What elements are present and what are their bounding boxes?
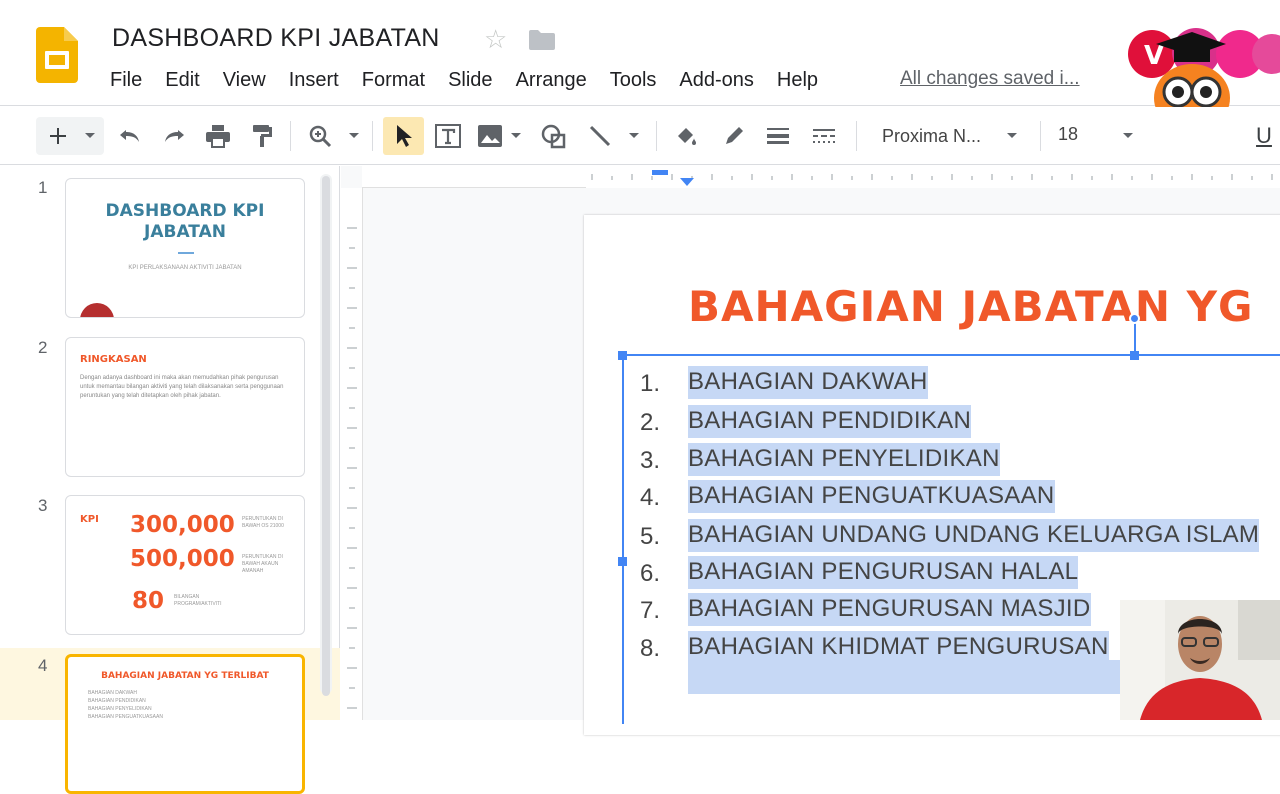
menu-tools[interactable]: Tools [610, 68, 657, 92]
border-weight-icon[interactable] [764, 121, 792, 151]
folder-icon[interactable] [529, 30, 555, 50]
rotation-handle-line [1134, 322, 1136, 354]
fill-color-icon[interactable] [672, 121, 700, 151]
new-slide-plus-icon[interactable] [44, 121, 72, 151]
line-icon[interactable] [586, 121, 614, 151]
list-number-7: 7. [640, 597, 661, 624]
menu-file[interactable]: File [110, 68, 142, 92]
thumb2-body: Dengan adanya dashboard ini maka akan me… [80, 375, 284, 399]
thumb4-item-3: BAHAGIAN PENYELIDIKAN [88, 706, 152, 712]
list-item-2[interactable]: BAHAGIAN PENDIDIKAN [688, 405, 972, 438]
slide-number-3: 3 [38, 496, 48, 515]
toolbar: U [0, 107, 1280, 165]
list-number-3: 3. [640, 447, 661, 474]
thumb4-item-2: BAHAGIAN PENDIDIKAN [88, 698, 146, 704]
menu-bar: File Edit View Insert Format Slide Arran… [110, 68, 841, 92]
slide-thumbnail-2[interactable]: RINGKASAN Dengan adanya dashboard ini ma… [65, 337, 305, 477]
list-number-2: 2. [640, 409, 661, 436]
title-bar: DASHBOARD KPI JABATAN ☆ File Edit View I… [0, 0, 1280, 106]
font-size-dropdown-icon[interactable] [1118, 121, 1138, 151]
thumb3-kpi-label: KPI [80, 514, 99, 525]
thumb3-stat-3: 80 [132, 588, 165, 614]
line-dropdown-icon[interactable] [624, 121, 644, 151]
new-slide-dropdown-icon[interactable] [80, 121, 100, 151]
menu-arrange[interactable]: Arrange [516, 68, 587, 92]
menu-help[interactable]: Help [777, 68, 818, 92]
zoom-dropdown-icon[interactable] [344, 121, 364, 151]
thumb3-stat-1: 300,000 [130, 512, 235, 538]
menu-format[interactable]: Format [362, 68, 425, 92]
image-dropdown-icon[interactable] [506, 121, 526, 151]
font-family-select[interactable]: Proxima N... [882, 126, 981, 147]
menu-slide[interactable]: Slide [448, 68, 492, 92]
image-icon[interactable] [476, 121, 504, 151]
border-color-icon[interactable] [720, 121, 748, 151]
thumb1-badge [80, 303, 114, 317]
slide-thumbnail-4[interactable]: BAHAGIAN JABATAN YG TERLIBAT BAHAGIAN DA… [65, 654, 305, 794]
vertical-ruler[interactable] [341, 188, 363, 720]
menu-view[interactable]: View [223, 68, 266, 92]
paint-format-icon[interactable] [248, 121, 276, 151]
slides-app-icon[interactable] [36, 27, 78, 83]
font-size-select[interactable]: 18 [1058, 124, 1078, 145]
thumb3-note-3: BILANGAN PROGRAM/AKTIVITI [174, 594, 222, 607]
thumb3-note-2: PERUNTUKAN DI BAWAH AKAUN AMANAH [242, 554, 283, 574]
save-status-link[interactable]: All changes saved i... [900, 68, 1080, 90]
thumb4-item-1: BAHAGIAN DAKWAH [88, 690, 137, 696]
document-title[interactable]: DASHBOARD KPI JABATAN [112, 24, 440, 53]
list-item-4[interactable]: BAHAGIAN PENGUATKUASAAN [688, 480, 1055, 513]
zoom-icon[interactable] [306, 121, 334, 151]
list-number-1: 1. [640, 370, 661, 397]
webcam-overlay [1120, 600, 1280, 720]
list-item-8[interactable]: BAHAGIAN KHIDMAT PENGURUSAN [688, 631, 1109, 664]
filmstrip-scrollbar-thumb[interactable] [322, 176, 330, 696]
list-item-3[interactable]: BAHAGIAN PENYELIDIKAN [688, 443, 1000, 476]
select-cursor-icon[interactable] [390, 121, 418, 151]
star-icon[interactable]: ☆ [484, 25, 512, 53]
list-item-7[interactable]: BAHAGIAN PENGURUSAN MASJID [688, 593, 1091, 626]
shape-icon[interactable] [538, 121, 570, 151]
list-item-6[interactable]: BAHAGIAN PENGURUSAN HALAL [688, 556, 1079, 589]
text-box-icon[interactable] [432, 121, 464, 151]
resize-handle-middle-left[interactable] [618, 557, 627, 566]
thumb4-title: BAHAGIAN JABATAN YG TERLIBAT [101, 671, 269, 681]
thumb1-subtitle: KPI PERLAKSANAAN AKTIVITI JABATAN [128, 265, 242, 271]
slide-number-4: 4 [38, 656, 48, 675]
resize-handle-top-left[interactable] [618, 351, 627, 360]
selection-highlight-fill [688, 660, 1128, 694]
thumb1-divider [178, 252, 194, 254]
redo-icon[interactable] [160, 121, 188, 151]
list-number-6: 6. [640, 560, 661, 587]
thumb4-item-4: BAHAGIAN PENGUATKUASAAN [88, 714, 163, 720]
list-number-5: 5. [640, 523, 661, 550]
undo-icon[interactable] [116, 121, 144, 151]
list-item-5[interactable]: BAHAGIAN UNDANG UNDANG KELUARGA ISLAM [688, 519, 1260, 552]
list-number-4: 4. [640, 484, 661, 511]
thumb3-note-1: PERUNTUKAN DI BAWAH OS 21000 [242, 516, 284, 529]
horizontal-ruler[interactable] [362, 166, 1280, 188]
rotation-handle[interactable] [1129, 313, 1140, 324]
slide-number-2: 2 [38, 338, 48, 357]
slide-number-1: 1 [38, 178, 48, 197]
underline-button[interactable]: U [1252, 121, 1276, 151]
thumb1-title: DASHBOARD KPI JABATAN [105, 201, 265, 242]
menu-addons[interactable]: Add-ons [679, 68, 754, 92]
font-dropdown-icon[interactable] [1002, 121, 1022, 151]
menu-insert[interactable]: Insert [289, 68, 339, 92]
thumb3-stat-2: 500,000 [130, 546, 235, 572]
thumb2-title: RINGKASAN [80, 354, 147, 365]
menu-edit[interactable]: Edit [165, 68, 199, 92]
list-item-1[interactable]: BAHAGIAN DAKWAH [688, 366, 928, 399]
slide-thumbnail-3[interactable]: KPI 300,000 PERUNTUKAN DI BAWAH OS 21000… [65, 495, 305, 635]
slide-filmstrip: 1 DASHBOARD KPI JABATAN KPI PERLAKSANAAN… [0, 166, 340, 794]
border-dash-icon[interactable] [810, 121, 838, 151]
slide-title[interactable]: BAHAGIAN JABATAN YG [688, 282, 1254, 331]
print-icon[interactable] [204, 121, 232, 151]
slide-thumbnail-1[interactable]: DASHBOARD KPI JABATAN KPI PERLAKSANAAN A… [65, 178, 305, 318]
list-number-8: 8. [640, 635, 661, 662]
